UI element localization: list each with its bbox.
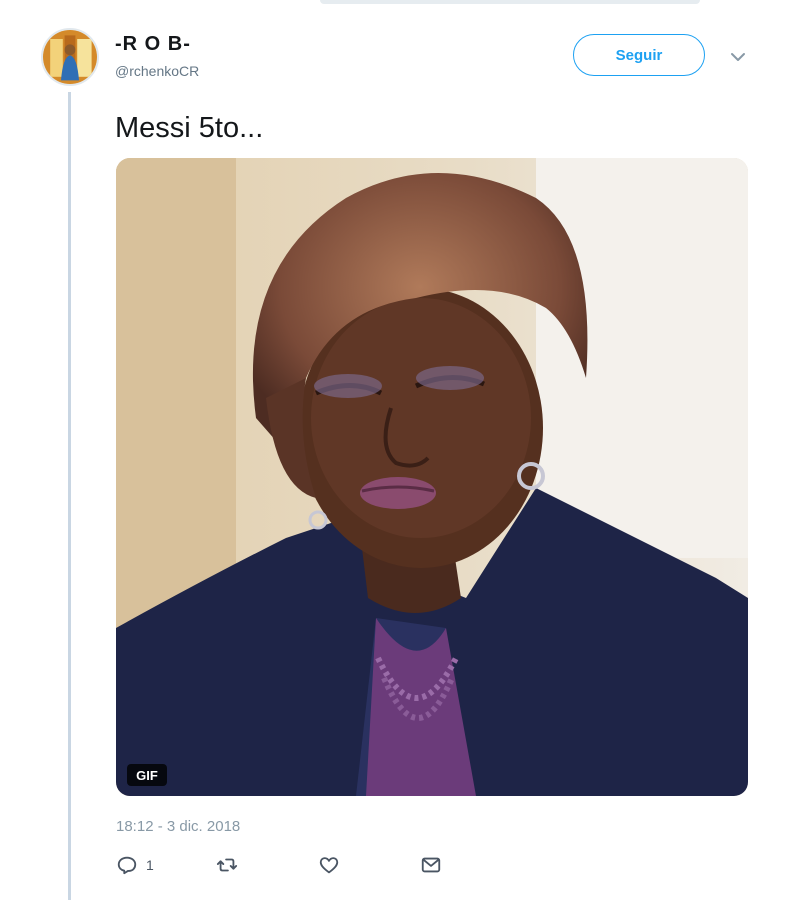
thread-line [68,92,71,900]
retweet-icon [216,854,238,876]
like-button[interactable] [318,854,340,876]
follow-button-label: Seguir [615,46,663,64]
previous-tweet-edge [320,0,700,4]
woman-eyes-closed-gif-image [116,158,748,796]
avatar[interactable] [41,28,99,86]
tweet-timestamp[interactable]: 18:12 - 3 dic. 2018 [116,818,240,835]
tweet-actions: 1 [116,854,476,884]
reply-count: 1 [146,857,154,873]
heart-icon [318,854,340,876]
reply-button[interactable]: 1 [116,854,154,876]
tweet-gif-media[interactable] [116,158,748,796]
envelope-icon [420,854,442,876]
direct-message-button[interactable] [420,854,442,876]
profile-avatar-image [43,30,97,84]
retweet-button[interactable] [216,854,238,876]
gif-badge: GIF [127,764,167,786]
tweet-text: Messi 5to... [115,112,264,144]
user-handle[interactable]: @rchenkoCR [115,63,199,79]
follow-button[interactable]: Seguir [573,34,705,76]
chevron-down-icon[interactable] [728,50,748,64]
display-name[interactable]: -R O B- [115,33,191,56]
reply-icon [116,854,138,876]
